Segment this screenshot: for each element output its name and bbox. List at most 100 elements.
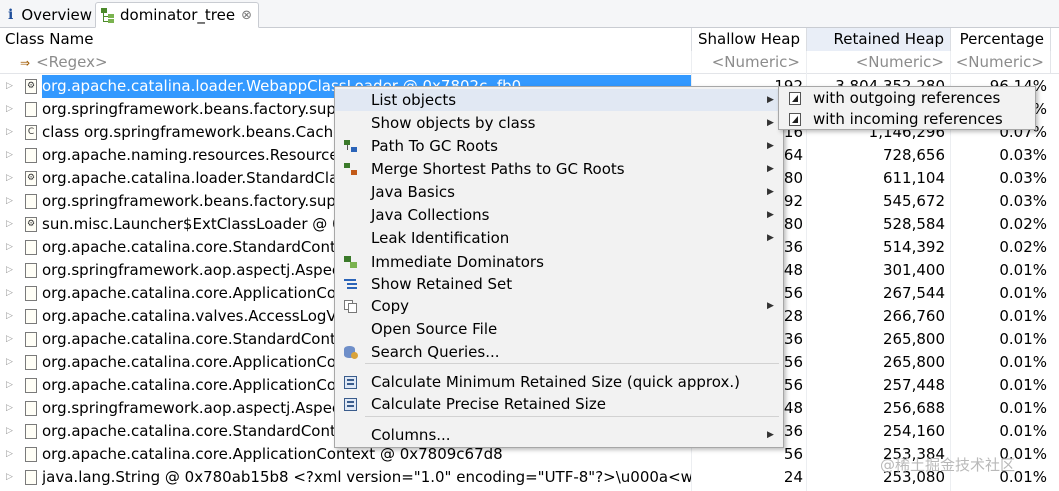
- menu-item-columns[interactable]: Columns... ▶: [335, 424, 783, 446]
- classloader-icon: ⚙: [25, 79, 37, 94]
- menu-item-list-objects[interactable]: List objects ▶: [335, 89, 783, 111]
- close-tab-icon[interactable]: ⊗: [241, 8, 252, 23]
- submenu-arrow-icon: ▶: [767, 95, 774, 105]
- row-retained-heap: 611,104: [882, 169, 945, 187]
- row-retained-heap: 528,584: [882, 215, 945, 233]
- submenu-arrow-icon: ▶: [767, 164, 774, 174]
- menu-item-show-objects-by-class[interactable]: Show objects by class ▶: [335, 112, 783, 134]
- retained-set-icon: [343, 277, 359, 291]
- column-header-percentage[interactable]: Percentage: [951, 28, 1051, 51]
- menu-item-immediate-dominators[interactable]: Immediate Dominators: [335, 251, 783, 273]
- menu-item-label: Path To GC Roots: [371, 137, 498, 155]
- object-icon: [25, 332, 37, 347]
- shallow-heap-filter-input[interactable]: <Numeric>: [692, 51, 807, 74]
- submenu-item-label: with incoming references: [813, 110, 1003, 128]
- menu-item-calculate-minimum-retained-size-quick-approx[interactable]: Calculate Minimum Retained Size (quick a…: [335, 371, 783, 393]
- editor-tab-bar: i Overview dominator_tree ⊗: [0, 0, 1059, 28]
- column-header-shallow-heap[interactable]: Shallow Heap: [692, 28, 807, 51]
- row-retained-heap: 301,400: [882, 261, 945, 279]
- expand-arrow-icon[interactable]: ▷: [6, 420, 16, 443]
- expand-arrow-icon[interactable]: ▷: [6, 259, 16, 282]
- menu-item-open-source-file[interactable]: Open Source File: [335, 318, 783, 340]
- object-icon: [25, 424, 37, 439]
- class-name-filter-input[interactable]: ⇒ <Regex>: [0, 51, 692, 74]
- expand-arrow-icon[interactable]: ▷: [6, 374, 16, 397]
- menu-item-label: Calculate Precise Retained Size: [371, 395, 606, 413]
- object-icon: [25, 102, 37, 117]
- merge-paths-icon: [343, 162, 359, 176]
- expand-arrow-icon[interactable]: ▷: [6, 167, 16, 190]
- row-retained-heap: 257,448: [882, 376, 945, 394]
- percentage-filter-input[interactable]: <Numeric>: [951, 51, 1051, 74]
- row-retained-heap: 514,392: [882, 238, 945, 256]
- menu-item-label: Columns...: [371, 426, 451, 444]
- expand-arrow-icon[interactable]: ▷: [6, 121, 16, 144]
- expand-arrow-icon[interactable]: ▷: [6, 305, 16, 328]
- submenu-arrow-icon: ▶: [767, 233, 774, 243]
- dominator-tree-icon: [100, 7, 116, 23]
- menu-item-path-to-gc-roots[interactable]: Path To GC Roots ▶: [335, 135, 783, 157]
- menu-item-label: Search Queries...: [371, 343, 500, 361]
- row-retained-heap: 267,544: [882, 284, 945, 302]
- tab-overview[interactable]: i Overview: [4, 2, 92, 28]
- calculator-icon: [343, 397, 359, 411]
- object-icon: [25, 447, 37, 462]
- column-header-retained-heap[interactable]: Retained Heap: [807, 28, 951, 51]
- submenu-item-with-incoming-references[interactable]: with incoming references: [779, 109, 1035, 130]
- menu-item-search-queries[interactable]: Search Queries...: [335, 341, 783, 363]
- filter-icon: ⇒: [20, 56, 31, 70]
- menu-item-calculate-precise-retained-size[interactable]: Calculate Precise Retained Size: [335, 393, 783, 415]
- object-icon: [25, 309, 37, 324]
- menu-item-copy[interactable]: Copy ▶: [335, 295, 783, 317]
- submenu-item-with-outgoing-references[interactable]: with outgoing references: [779, 88, 1035, 109]
- submenu-arrow-icon: ▶: [767, 141, 774, 151]
- object-icon: [25, 401, 37, 416]
- menu-item-show-retained-set[interactable]: Show Retained Set: [335, 273, 783, 295]
- object-icon: [25, 194, 37, 209]
- expand-arrow-icon[interactable]: ▷: [6, 282, 16, 305]
- expand-arrow-icon[interactable]: ▷: [6, 98, 16, 121]
- submenu-arrow-icon: ▶: [767, 301, 774, 311]
- menu-item-label: Merge Shortest Paths to GC Roots: [371, 160, 625, 178]
- row-retained-heap: 728,656: [882, 146, 945, 164]
- expand-arrow-icon[interactable]: ▷: [6, 328, 16, 351]
- menu-item-label: Show Retained Set: [371, 275, 513, 293]
- expand-arrow-icon[interactable]: ▷: [6, 397, 16, 420]
- row-retained-heap: 256,688: [882, 399, 945, 417]
- filter-row: ⇒ <Regex> <Numeric> <Numeric> <Numeric>: [0, 51, 1059, 74]
- menu-item-label: Open Source File: [371, 320, 498, 338]
- menu-separator: [365, 363, 779, 364]
- menu-item-java-basics[interactable]: Java Basics ▶: [335, 181, 783, 203]
- row-percentage: 0.02%: [999, 215, 1047, 233]
- row-percentage: 0.01%: [999, 422, 1047, 440]
- menu-item-leak-identification[interactable]: Leak Identification ▶: [335, 227, 783, 249]
- row-shallow-heap: 24: [783, 468, 803, 486]
- list-objects-submenu: with outgoing references with incoming re…: [778, 86, 1036, 130]
- expand-arrow-icon[interactable]: ▷: [6, 351, 16, 374]
- tab-dominator-tree[interactable]: dominator_tree ⊗: [95, 2, 259, 28]
- row-percentage: 0.03%: [999, 192, 1047, 210]
- column-header-class-name[interactable]: Class Name: [0, 28, 692, 51]
- row-percentage: 0.03%: [999, 169, 1047, 187]
- expand-arrow-icon[interactable]: ▷: [6, 466, 16, 489]
- menu-item-label: Leak Identification: [371, 229, 510, 247]
- expand-arrow-icon[interactable]: ▷: [6, 190, 16, 213]
- row-percentage: 0.03%: [999, 146, 1047, 164]
- menu-separator: [365, 416, 779, 417]
- incoming-icon: [789, 113, 801, 126]
- menu-item-label: Calculate Minimum Retained Size (quick a…: [371, 373, 740, 391]
- menu-item-java-collections[interactable]: Java Collections ▶: [335, 204, 783, 226]
- search-queries-icon: [343, 345, 359, 359]
- submenu-item-label: with outgoing references: [813, 89, 1001, 107]
- expand-arrow-icon[interactable]: ▷: [6, 213, 16, 236]
- tab-overview-label: Overview: [21, 6, 92, 24]
- row-retained-heap: 265,800: [882, 353, 945, 371]
- object-icon: [25, 470, 37, 485]
- expand-arrow-icon[interactable]: ▷: [6, 443, 16, 466]
- expand-arrow-icon[interactable]: ▷: [6, 236, 16, 259]
- expand-arrow-icon[interactable]: ▷: [6, 75, 16, 98]
- retained-heap-filter-input[interactable]: <Numeric>: [807, 51, 951, 74]
- outgoing-icon: [789, 92, 801, 105]
- menu-item-merge-shortest-paths-to-gc-roots[interactable]: Merge Shortest Paths to GC Roots ▶: [335, 158, 783, 180]
- expand-arrow-icon[interactable]: ▷: [6, 144, 16, 167]
